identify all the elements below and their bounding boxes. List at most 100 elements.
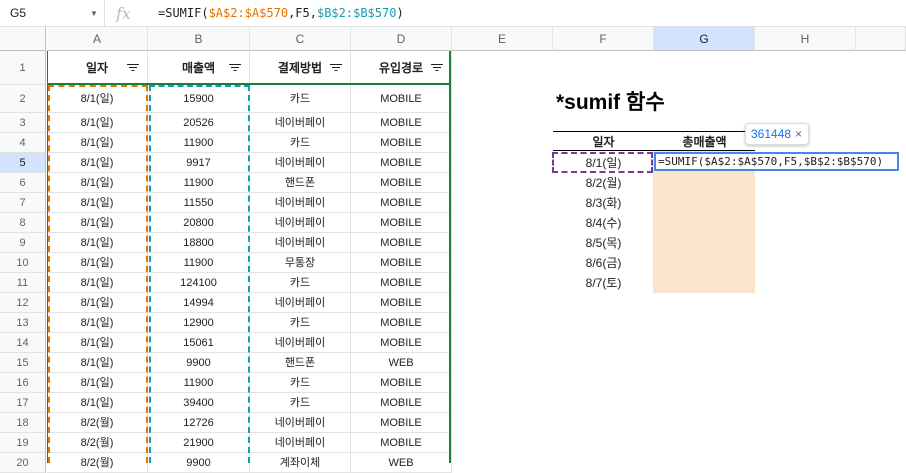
- summary-date-cell[interactable]: 8/7(토): [553, 273, 654, 293]
- table-cell-channel[interactable]: MOBILE: [351, 133, 452, 153]
- row-header[interactable]: 15: [0, 353, 46, 373]
- column-header-e[interactable]: E: [452, 27, 553, 51]
- header-label: 매출액: [181, 61, 216, 75]
- table-cell-method[interactable]: 카드: [250, 273, 351, 293]
- row-header[interactable]: 9: [0, 233, 46, 253]
- row-header[interactable]: 3: [0, 113, 46, 133]
- table-cell-method[interactable]: 카드: [250, 373, 351, 393]
- table-cell-channel[interactable]: MOBILE: [351, 213, 452, 233]
- header-cell-method[interactable]: 결제방법: [250, 51, 351, 85]
- table-cell-method[interactable]: 네이버페이: [250, 213, 351, 233]
- table-cell-method[interactable]: 네이버페이: [250, 233, 351, 253]
- table-cell-method[interactable]: 핸드폰: [250, 353, 351, 373]
- header-cell-amount[interactable]: 매출액: [148, 51, 250, 85]
- header-label: 결제방법: [277, 61, 323, 75]
- summary-title: *sumif 함수: [556, 91, 665, 114]
- column-header-f[interactable]: F: [553, 27, 654, 51]
- row-header[interactable]: 8: [0, 213, 46, 233]
- table-cell-method[interactable]: 카드: [250, 133, 351, 153]
- table-cell-method[interactable]: 계좌이체: [250, 453, 351, 473]
- summary-date-cell[interactable]: 8/4(수): [553, 213, 654, 233]
- table-cell-method[interactable]: 네이버페이: [250, 193, 351, 213]
- column-header-g[interactable]: G: [654, 27, 755, 51]
- result-range[interactable]: [653, 151, 755, 293]
- row-header[interactable]: 12: [0, 293, 46, 313]
- table-cell-channel[interactable]: WEB: [351, 353, 452, 373]
- table-cell-channel[interactable]: MOBILE: [351, 253, 452, 273]
- close-icon[interactable]: ×: [795, 124, 802, 144]
- table-cell-channel[interactable]: MOBILE: [351, 193, 452, 213]
- row-header[interactable]: 6: [0, 173, 46, 193]
- formula-range-b: $B$2:$B$570: [316, 6, 397, 20]
- table-cell-channel[interactable]: MOBILE: [351, 293, 452, 313]
- row-header[interactable]: 11: [0, 273, 46, 293]
- filter-icon[interactable]: [330, 63, 342, 72]
- header-cell-channel[interactable]: 유입경로: [351, 51, 452, 85]
- edit-suffix: ): [876, 155, 884, 168]
- row-header[interactable]: 7: [0, 193, 46, 213]
- table-cell-channel[interactable]: MOBILE: [351, 153, 452, 173]
- column-header-c[interactable]: C: [250, 27, 351, 51]
- filter-icon[interactable]: [229, 63, 241, 72]
- table-cell-channel[interactable]: MOBILE: [351, 433, 452, 453]
- fx-icon: fx: [116, 4, 131, 23]
- row-header[interactable]: 4: [0, 133, 46, 153]
- table-cell-method[interactable]: 네이버페이: [250, 333, 351, 353]
- table-cell-channel[interactable]: MOBILE: [351, 333, 452, 353]
- table-cell-method[interactable]: 무통장: [250, 253, 351, 273]
- table-cell-channel[interactable]: MOBILE: [351, 173, 452, 193]
- table-cell-channel[interactable]: MOBILE: [351, 313, 452, 333]
- table-cell-channel[interactable]: MOBILE: [351, 233, 452, 253]
- header-label: 일자: [85, 61, 109, 75]
- table-cell-channel[interactable]: MOBILE: [351, 413, 452, 433]
- row-header-1[interactable]: 1: [0, 51, 46, 85]
- row-header[interactable]: 20: [0, 453, 46, 473]
- select-all-corner[interactable]: [0, 27, 46, 51]
- filter-icon[interactable]: [431, 63, 443, 72]
- table-cell-channel[interactable]: MOBILE: [351, 393, 452, 413]
- column-header-d[interactable]: D: [351, 27, 452, 51]
- column-header-a[interactable]: A: [47, 27, 148, 51]
- row-header[interactable]: 13: [0, 313, 46, 333]
- summary-date-cell[interactable]: 8/6(금): [553, 253, 654, 273]
- table-cell-method[interactable]: 네이버페이: [250, 113, 351, 133]
- summary-header-date[interactable]: 일자: [553, 131, 654, 151]
- cell-edit-input[interactable]: =SUMIF($A$2:$A$570,F5,$B$2:$B$570): [654, 152, 899, 171]
- tooltip-value: 361448: [751, 127, 792, 141]
- column-header-h[interactable]: H: [755, 27, 856, 51]
- table-cell-channel[interactable]: MOBILE: [351, 373, 452, 393]
- table-cell-channel[interactable]: MOBILE: [351, 273, 452, 293]
- row-header[interactable]: 18: [0, 413, 46, 433]
- filter-icon[interactable]: [127, 63, 139, 72]
- row-header[interactable]: 10: [0, 253, 46, 273]
- table-cell-channel[interactable]: MOBILE: [351, 85, 452, 113]
- table-cell-method[interactable]: 네이버페이: [250, 153, 351, 173]
- row-header[interactable]: 19: [0, 433, 46, 453]
- column-header-b[interactable]: B: [148, 27, 250, 51]
- header-label: 유입경로: [378, 61, 424, 75]
- row-header[interactable]: 5: [0, 153, 46, 173]
- table-cell-method[interactable]: 카드: [250, 85, 351, 113]
- table-cell-method[interactable]: 카드: [250, 393, 351, 413]
- table-cell-method[interactable]: 네이버페이: [250, 433, 351, 453]
- table-cell-method[interactable]: 카드: [250, 313, 351, 333]
- table-cell-method[interactable]: 네이버페이: [250, 413, 351, 433]
- column-header-i[interactable]: [856, 27, 906, 51]
- row-header[interactable]: 14: [0, 333, 46, 353]
- table-cell-method[interactable]: 네이버페이: [250, 293, 351, 313]
- chevron-down-icon[interactable]: ▼: [90, 0, 98, 28]
- summary-date-cell[interactable]: 8/2(월): [553, 173, 654, 193]
- summary-header-total[interactable]: 총매출액: [654, 131, 755, 151]
- table-cell-method[interactable]: 핸드폰: [250, 173, 351, 193]
- table-cell-channel[interactable]: WEB: [351, 453, 452, 473]
- row-header[interactable]: 2: [0, 85, 46, 113]
- summary-date-cell[interactable]: 8/5(목): [553, 233, 654, 253]
- formula-result-tooltip: 361448 ×: [745, 123, 809, 145]
- table-cell-channel[interactable]: MOBILE: [351, 113, 452, 133]
- row-header[interactable]: 16: [0, 373, 46, 393]
- header-cell-date[interactable]: 일자: [47, 51, 148, 85]
- row-header[interactable]: 17: [0, 393, 46, 413]
- formula-input[interactable]: =SUMIF($A$2:$A$570,F5,$B$2:$B$570): [158, 0, 404, 27]
- formula-range-a: $A$2:$A$570: [208, 6, 289, 20]
- summary-date-cell[interactable]: 8/3(화): [553, 193, 654, 213]
